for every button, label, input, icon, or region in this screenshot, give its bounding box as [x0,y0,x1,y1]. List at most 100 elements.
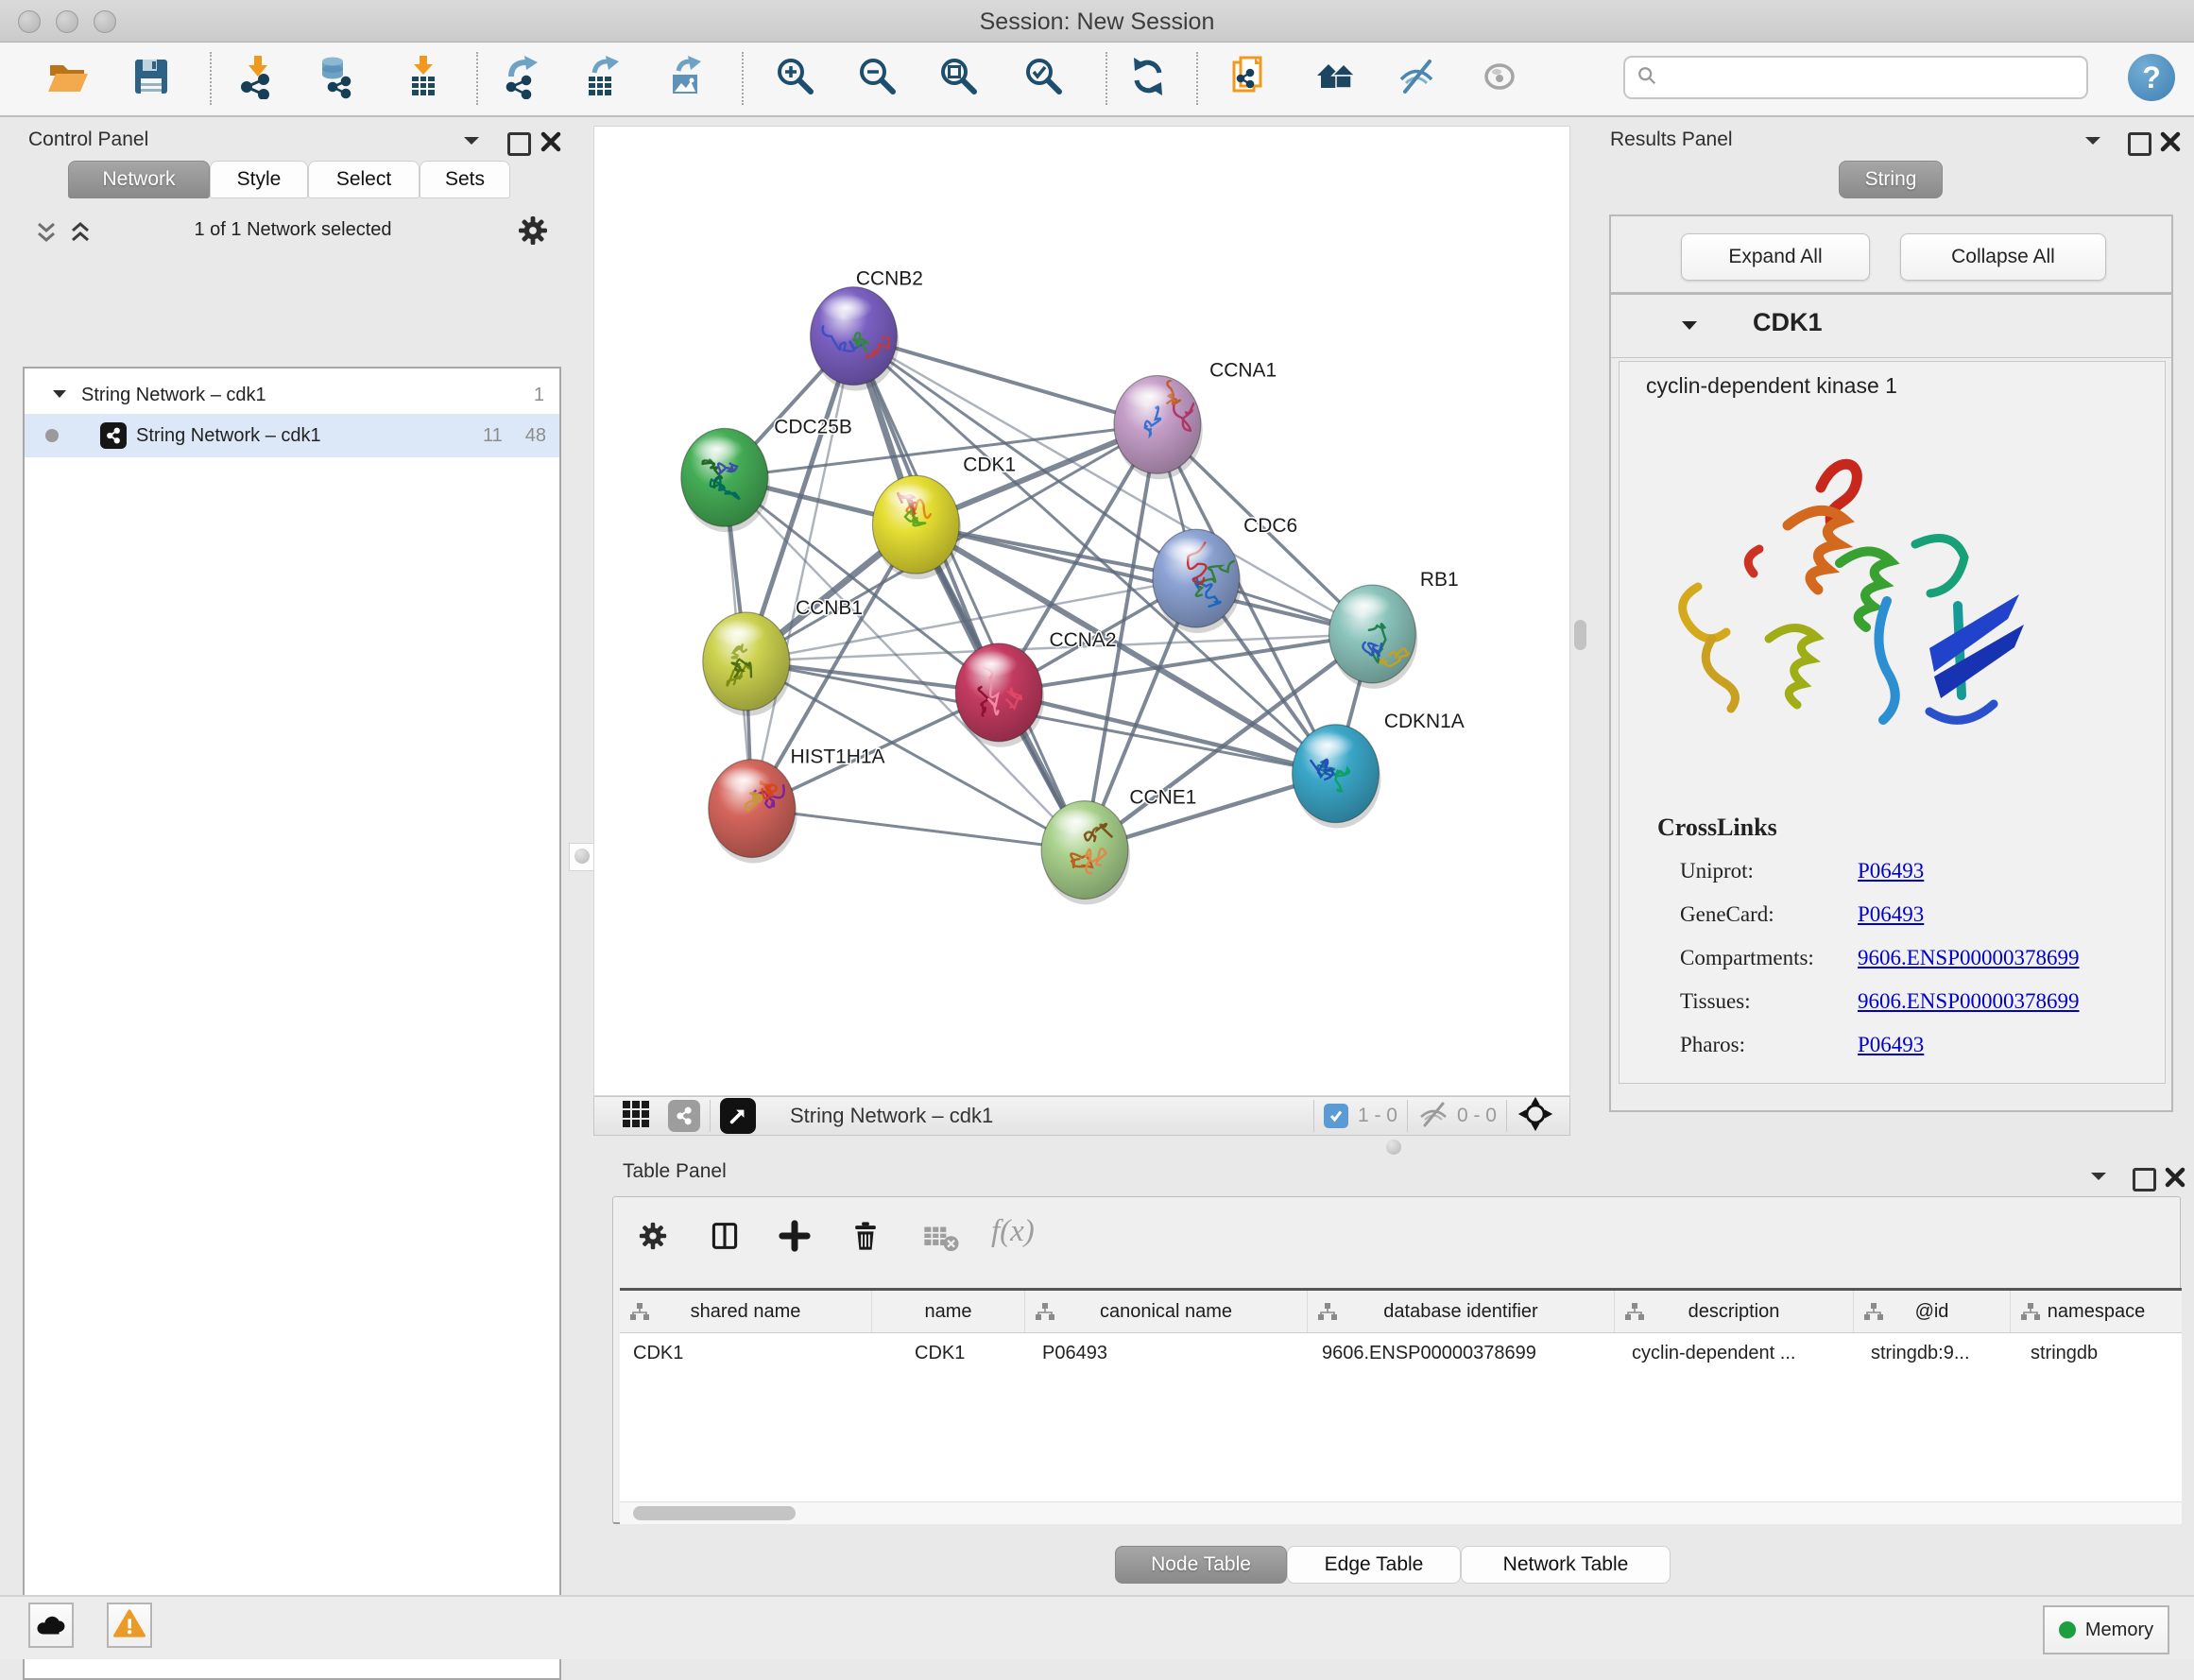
crosslink-link[interactable]: 9606.ENSP00000378699 [1858,946,2080,970]
tab-select[interactable]: Select [308,161,420,198]
search-field[interactable] [1623,56,2088,99]
column-header[interactable]: canonical name [1025,1291,1308,1332]
help-glyph: ? [2142,60,2161,95]
show-columns-button[interactable] [709,1220,741,1257]
save-session-button[interactable] [127,54,176,103]
column-header[interactable]: description [1615,1291,1854,1332]
results-panel-float-button[interactable] [2128,132,2151,156]
column-header[interactable]: namespace [2011,1291,2182,1332]
collection-expand-icon[interactable] [51,385,68,406]
tab-style[interactable]: Style [210,161,308,198]
zoom-selected-button[interactable] [1020,54,1069,103]
export-table-button[interactable] [579,54,628,103]
table-options-gear-button[interactable] [637,1220,669,1257]
node-label: HIST1H1A [790,746,884,768]
zoom-in-button[interactable] [771,54,820,103]
string-home-button[interactable] [1312,54,1362,103]
collapse-all-networks-button[interactable] [34,217,59,250]
network-node[interactable]: CDK1 [872,454,1016,574]
show-all-button[interactable] [1476,54,1525,103]
hidden-eye-slash-icon[interactable] [1417,1100,1449,1133]
warnings-button[interactable] [107,1603,152,1648]
column-header[interactable]: shared name [620,1291,872,1332]
selected-checkbox-icon[interactable] [1324,1104,1348,1128]
collapse-triangle-icon[interactable] [1679,317,1700,339]
network-node[interactable]: RB1 [1328,569,1458,683]
results-panel-close-button[interactable] [2160,131,2181,157]
control-panel-close-button[interactable] [540,131,561,157]
network-edge [752,809,1085,850]
node-label: CCNB1 [796,597,863,619]
zoom-out-button[interactable] [853,54,902,103]
expand-all-networks-button[interactable] [68,217,93,250]
column-label: namespace [2048,1301,2145,1323]
zoom-out-icon [855,54,900,104]
crosslink-link[interactable]: 9606.ENSP00000378699 [1858,989,2080,1014]
tab-sets[interactable]: Sets [420,161,510,198]
network-collection-row[interactable]: String Network – cdk1 1 [25,374,559,416]
tab-node-table[interactable]: Node Table [1115,1546,1287,1584]
column-header[interactable]: name [872,1291,1025,1332]
network-options-gear-button[interactable] [516,214,550,252]
table-panel-float-button[interactable] [2133,1168,2156,1191]
network-row-selected[interactable]: String Network – cdk1 11 48 [25,414,559,457]
open-session-button[interactable] [43,54,93,103]
table-hscrollbar-thumb[interactable] [633,1506,796,1520]
database-icon [315,54,360,104]
protein-card-header[interactable]: CDK1 [1611,295,2171,358]
table-panel-collapse-button[interactable] [2088,1168,2109,1190]
import-table-icon [401,54,446,104]
table-hscrollbar[interactable] [620,1501,2182,1524]
column-header[interactable]: database identifier [1308,1291,1615,1332]
memory-button[interactable]: Memory [2043,1605,2169,1654]
add-column-button[interactable] [779,1220,811,1257]
cloud-status-button[interactable] [28,1603,74,1648]
zoom-fit-button[interactable] [934,54,984,103]
refresh-button[interactable] [1123,54,1173,103]
vertical-splitter-grip-right[interactable] [1574,620,1586,650]
crosslink-link[interactable]: P06493 [1858,902,1924,927]
control-panel-collapse-button[interactable] [461,132,482,154]
birdseye-view-icon[interactable] [720,1098,756,1134]
tab-string[interactable]: String [1839,161,1943,198]
export-network-button[interactable] [498,54,547,103]
node-table: shared name name canonical name database… [620,1288,2182,1502]
import-network-button[interactable] [233,54,283,103]
node-label: CDKN1A [1384,711,1465,732]
hide-selected-button[interactable] [1394,54,1443,103]
expand-all-button[interactable]: Expand All [1681,233,1870,281]
export-image-button[interactable] [661,54,711,103]
delete-table-button-disabled[interactable] [922,1224,960,1257]
collapse-all-button[interactable]: Collapse All [1900,233,2106,281]
import-table-button[interactable] [399,54,448,103]
table-panel-close-button[interactable] [2165,1167,2185,1192]
network-from-file-button[interactable] [1226,54,1275,103]
network-node[interactable]: CDKN1A [1293,711,1465,823]
crosslink-link[interactable]: P06493 [1858,1033,1924,1057]
network-node[interactable]: HIST1H1A [709,746,885,858]
crosslink-link[interactable]: P06493 [1858,859,1924,883]
control-panel-float-button[interactable] [507,132,531,156]
crosshair-icon[interactable] [1517,1095,1554,1138]
column-header[interactable]: @id [1854,1291,2011,1332]
tab-edge-table[interactable]: Edge Table [1287,1546,1461,1584]
help-button[interactable]: ? [2128,54,2175,101]
cell-namespace: stringdb [2011,1333,2182,1373]
network-edge-count: 48 [525,425,546,447]
function-builder-button-disabled[interactable]: f(x) [991,1214,1035,1249]
import-database-button[interactable] [313,54,362,103]
tab-network-table[interactable]: Network Table [1461,1546,1671,1584]
collection-label: String Network – cdk1 [81,385,266,406]
protein-result-card: CDK1 cyclin-dependent kinase 1 [1609,293,2173,1112]
title-bar: Session: New Session [0,0,2194,43]
open-folder-icon [45,54,91,104]
delete-column-button[interactable] [849,1220,882,1257]
table-row[interactable]: CDK1 CDK1 P06493 9606.ENSP00000378699 cy… [620,1333,2182,1373]
string-badge-icon[interactable] [668,1100,700,1132]
results-panel-collapse-button[interactable] [2083,132,2103,154]
cell-id: stringdb:9... [1854,1333,2011,1373]
grid-view-icon[interactable] [621,1099,651,1134]
search-input[interactable] [1665,65,2086,90]
network-canvas[interactable]: CCNB2CCNA1CDC25BCDK1CDC6RB1CCNB1CCNA2HIS… [593,126,1570,1096]
tab-network[interactable]: Network [68,161,210,198]
